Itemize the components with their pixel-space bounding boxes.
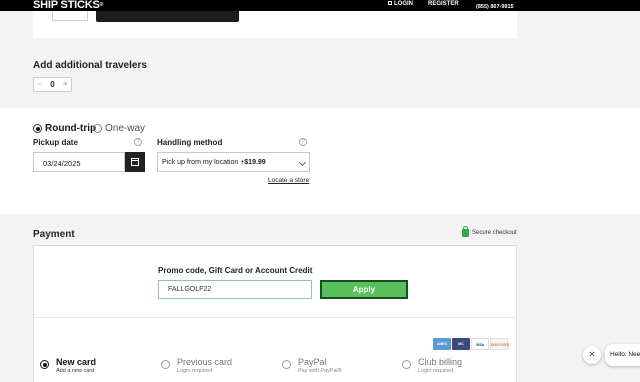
radio-unselected-icon (93, 124, 102, 133)
top-navigation-bar: SHIP STICKS® LOGIN REGISTER (855) 867-99… (0, 0, 640, 11)
accepted-cards: AMEX MC VISA DISCOVER (433, 338, 509, 350)
help-icon[interactable]: ? (299, 138, 307, 146)
partial-input[interactable] (52, 11, 88, 21)
handling-value-text: Pick up from my location + (162, 159, 245, 166)
calendar-button[interactable] (125, 152, 145, 172)
promo-code-input[interactable]: FALLGOLF22 (158, 280, 312, 299)
trip-options-section: Round-trip One-way Pickup date ? 03/24/2… (0, 108, 640, 214)
round-trip-label: Round-trip (45, 123, 97, 134)
handling-method-select[interactable]: Pick up from my location +$19.99 (157, 152, 310, 172)
phone-number[interactable]: (855) 867-9915 (476, 4, 514, 10)
chat-close-button[interactable]: ✕ (583, 346, 601, 364)
lock-icon (462, 226, 469, 237)
radio-unselected-icon (161, 360, 170, 369)
option-subtitle: Login required (418, 368, 454, 374)
apply-button[interactable]: Apply (320, 280, 408, 299)
radio-unselected-icon (282, 360, 291, 369)
register-link[interactable]: REGISTER (428, 1, 459, 7)
login-link[interactable]: LOGIN (388, 1, 413, 7)
option-title: New card (56, 357, 97, 367)
lock-icon (388, 1, 392, 6)
payment-heading: Payment (33, 229, 75, 240)
divider (34, 317, 516, 318)
add-travelers-heading: Add additional travelers (33, 60, 147, 71)
promo-label: Promo code, Gift Card or Account Credit (158, 266, 313, 275)
one-way-radio[interactable]: One-way (93, 123, 145, 134)
calendar-icon (131, 158, 139, 166)
pickup-date-input[interactable]: 03/24/2025 (33, 152, 125, 172)
partial-dark-button[interactable] (96, 11, 239, 22)
option-subtitle: Login required (177, 368, 213, 374)
radio-unselected-icon (402, 360, 411, 369)
discover-icon: DISCOVER (490, 338, 509, 350)
help-icon[interactable]: ? (134, 138, 142, 146)
plus-icon[interactable]: + (63, 80, 68, 89)
option-subtitle: Add a new card (56, 368, 95, 374)
chat-message-bubble[interactable]: Hello. Need (605, 344, 640, 366)
visa-icon: VISA (471, 338, 489, 350)
radio-selected-icon (33, 124, 42, 133)
pickup-date-label: Pickup date (33, 138, 78, 147)
option-title: Club billing (418, 357, 463, 367)
minus-icon[interactable]: − (37, 80, 42, 89)
payment-card: Promo code, Gift Card or Account Credit … (33, 245, 517, 382)
round-trip-radio[interactable]: Round-trip (33, 123, 96, 134)
amex-icon: AMEX (433, 338, 451, 350)
option-title: Previous card (177, 357, 233, 367)
radio-selected-icon (40, 360, 49, 369)
option-subtitle: Pay with PayPal® (298, 368, 342, 374)
option-title: PayPal (298, 357, 327, 367)
ship-sticks-logo[interactable]: SHIP STICKS® (33, 0, 103, 11)
mastercard-icon: MC (452, 338, 470, 350)
handling-method-label: Handling method (157, 138, 223, 147)
travelers-stepper[interactable]: − 0 + (33, 77, 72, 92)
chevron-down-icon (298, 158, 307, 167)
secure-checkout-text: Secure checkout (472, 230, 517, 236)
previous-section-card (33, 11, 517, 38)
handling-price: $19.99 (244, 159, 266, 166)
travelers-count: 0 (50, 80, 55, 89)
secure-checkout-badge: Secure checkout (462, 226, 517, 237)
locate-store-link[interactable]: Locate a store (268, 177, 309, 184)
one-way-label: One-way (105, 123, 146, 134)
